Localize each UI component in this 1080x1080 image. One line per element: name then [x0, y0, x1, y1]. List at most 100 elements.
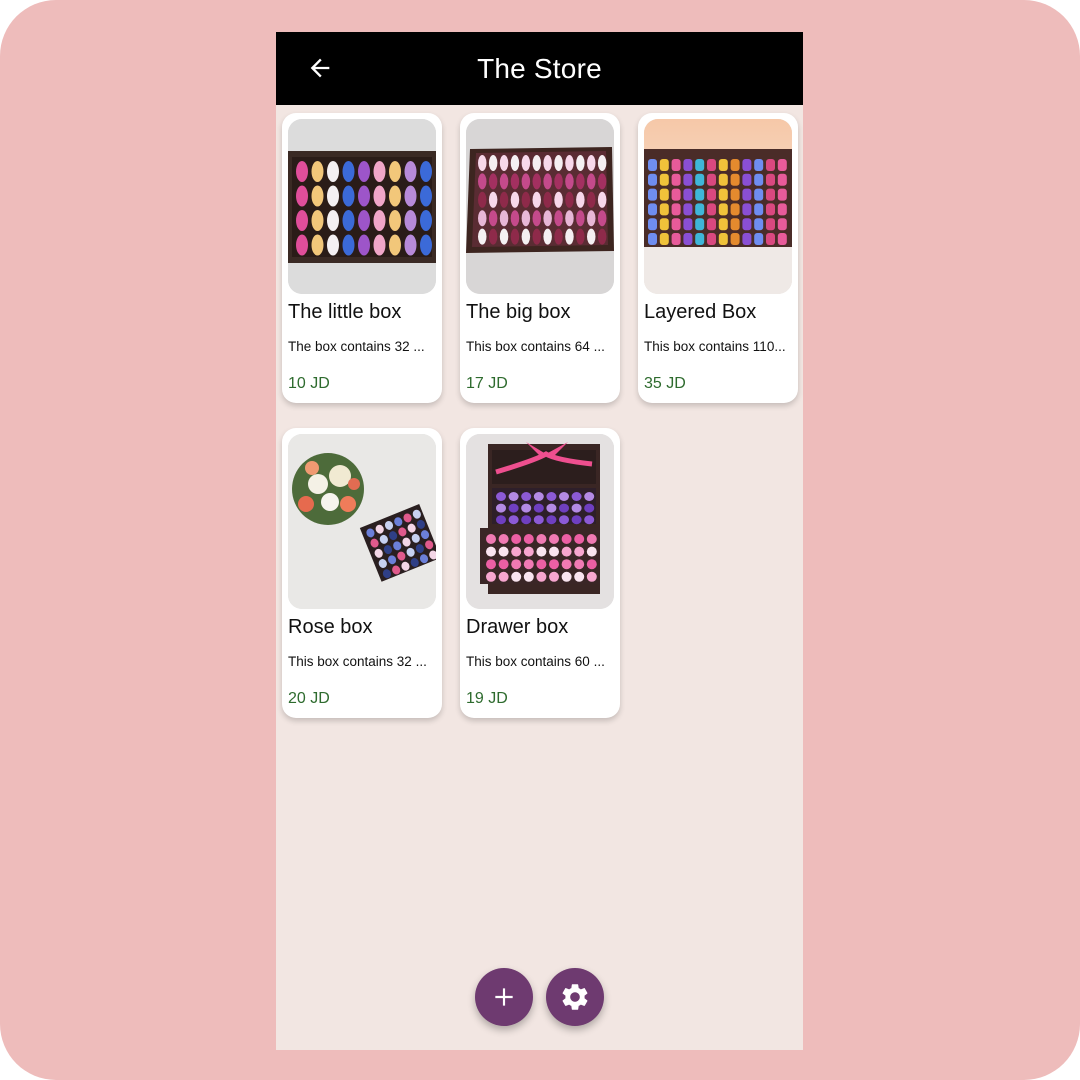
- chocolate-piece: [671, 218, 681, 231]
- chocolate-piece: [523, 571, 534, 582]
- chocolate-piece: [742, 173, 752, 186]
- chocolate-piece: [496, 503, 506, 513]
- chocolate-piece: [536, 571, 547, 582]
- chocolate-piece: [742, 203, 752, 216]
- chocolate-piece: [587, 191, 596, 208]
- chocolate-piece: [587, 210, 596, 227]
- product-card-layered-box[interactable]: Layered Box This box contains 110... 35 …: [638, 113, 798, 403]
- chocolate-piece: [571, 515, 582, 525]
- chocolate-piece: [404, 161, 417, 182]
- chocolate-piece: [742, 188, 752, 201]
- chocolate-piece: [574, 534, 585, 544]
- gear-icon: [562, 984, 588, 1010]
- chocolate-piece: [559, 503, 569, 513]
- product-description: The box contains 32 ...: [288, 339, 425, 354]
- chocolate-piece: [488, 173, 498, 190]
- chocolate-piece: [683, 173, 693, 186]
- chocolate-piece: [707, 159, 716, 171]
- chocolate-piece: [508, 515, 519, 525]
- chocolate-piece: [478, 228, 487, 245]
- chocolate-piece: [565, 155, 574, 171]
- product-name: Rose box: [288, 616, 373, 638]
- chocolate-piece: [311, 210, 324, 231]
- chocolate-piece: [683, 203, 693, 216]
- chocolate-piece: [543, 173, 552, 190]
- product-card-rose-box[interactable]: Rose box This box contains 32 ... 20 JD: [282, 428, 442, 718]
- chocolate-piece: [533, 492, 544, 501]
- chocolate-piece: [342, 210, 355, 231]
- chocolate-piece: [754, 173, 764, 186]
- settings-button[interactable]: [546, 968, 604, 1026]
- chocolate-piece: [296, 161, 308, 182]
- chocolate-piece: [576, 228, 585, 245]
- product-description: This box contains 60 ...: [466, 654, 605, 669]
- chocolate-piece: [565, 228, 574, 245]
- chocolate-piece: [358, 161, 370, 182]
- product-name: Drawer box: [466, 616, 569, 638]
- chocolate-piece: [777, 203, 787, 216]
- chocolate-piece: [532, 173, 541, 190]
- chocolate-piece: [498, 534, 509, 544]
- chocolate-piece: [478, 155, 487, 171]
- chocolate-piece: [510, 191, 520, 208]
- chocolate-piece: [486, 559, 496, 570]
- chocolate-piece: [648, 159, 657, 171]
- chocolate-piece: [648, 233, 657, 245]
- chocolate-piece: [342, 161, 355, 182]
- chocolate-piece: [683, 218, 693, 231]
- product-price: 20 JD: [288, 690, 330, 707]
- product-card-little-box[interactable]: The little box The box contains 32 ... 1…: [282, 113, 442, 403]
- chocolate-piece: [683, 159, 693, 171]
- chocolate-piece: [296, 210, 308, 231]
- chocolate-piece: [486, 571, 496, 582]
- chocolate-piece: [554, 210, 563, 227]
- chocolate-piece: [648, 218, 657, 231]
- chocolate-piece: [584, 515, 595, 525]
- chocolate-piece: [311, 185, 324, 207]
- product-name: Layered Box: [644, 301, 757, 323]
- chocolate-piece: [488, 191, 498, 208]
- chocolate-piece: [536, 534, 547, 544]
- chocolate-piece: [373, 210, 386, 231]
- chocolate-piece: [521, 228, 531, 245]
- chocolate-piece: [659, 233, 669, 245]
- chocolate-piece: [659, 159, 669, 171]
- chocolate-piece: [311, 161, 324, 182]
- chocolate-piece: [478, 210, 487, 227]
- chocolate-piece: [586, 571, 597, 582]
- chocolate-piece: [420, 210, 432, 231]
- product-card-big-box[interactable]: The big box This box contains 64 ... 17 …: [460, 113, 620, 403]
- chocolate-piece: [543, 155, 552, 171]
- chocolate-piece: [549, 534, 559, 544]
- chocolate-piece: [296, 185, 308, 207]
- chocolate-piece: [404, 210, 417, 231]
- add-product-button[interactable]: [475, 968, 533, 1026]
- chocolate-piece: [342, 185, 355, 207]
- chocolate-piece: [373, 185, 386, 207]
- product-description: This box contains 64 ...: [466, 339, 605, 354]
- chocolate-piece: [576, 191, 585, 208]
- chocolate-piece: [327, 161, 339, 182]
- product-card-drawer-box[interactable]: Drawer box This box contains 60 ... 19 J…: [460, 428, 620, 718]
- chocolate-piece: [486, 534, 496, 544]
- chocolate-piece: [511, 571, 522, 582]
- chocolate-piece: [659, 218, 669, 231]
- chocolate-piece: [311, 234, 324, 256]
- chocolate-piece: [521, 492, 532, 501]
- chocolate-piece: [498, 559, 509, 570]
- chocolate-piece: [559, 515, 569, 525]
- chocolate-piece: [496, 515, 506, 525]
- chocolate-piece: [420, 161, 432, 182]
- chocolate-piece: [671, 159, 681, 171]
- chocolate-piece: [718, 159, 728, 171]
- chocolate-piece: [478, 173, 487, 190]
- chocolate-piece: [730, 203, 740, 216]
- chocolate-piece: [532, 228, 541, 245]
- chocolate-piece: [499, 155, 509, 171]
- chocolate-piece: [523, 534, 534, 544]
- chocolate-piece: [296, 234, 308, 256]
- chocolate-piece: [358, 210, 370, 231]
- chocolate-piece: [554, 173, 563, 190]
- chocolate-piece: [389, 161, 401, 182]
- chocolate-piece: [648, 188, 657, 201]
